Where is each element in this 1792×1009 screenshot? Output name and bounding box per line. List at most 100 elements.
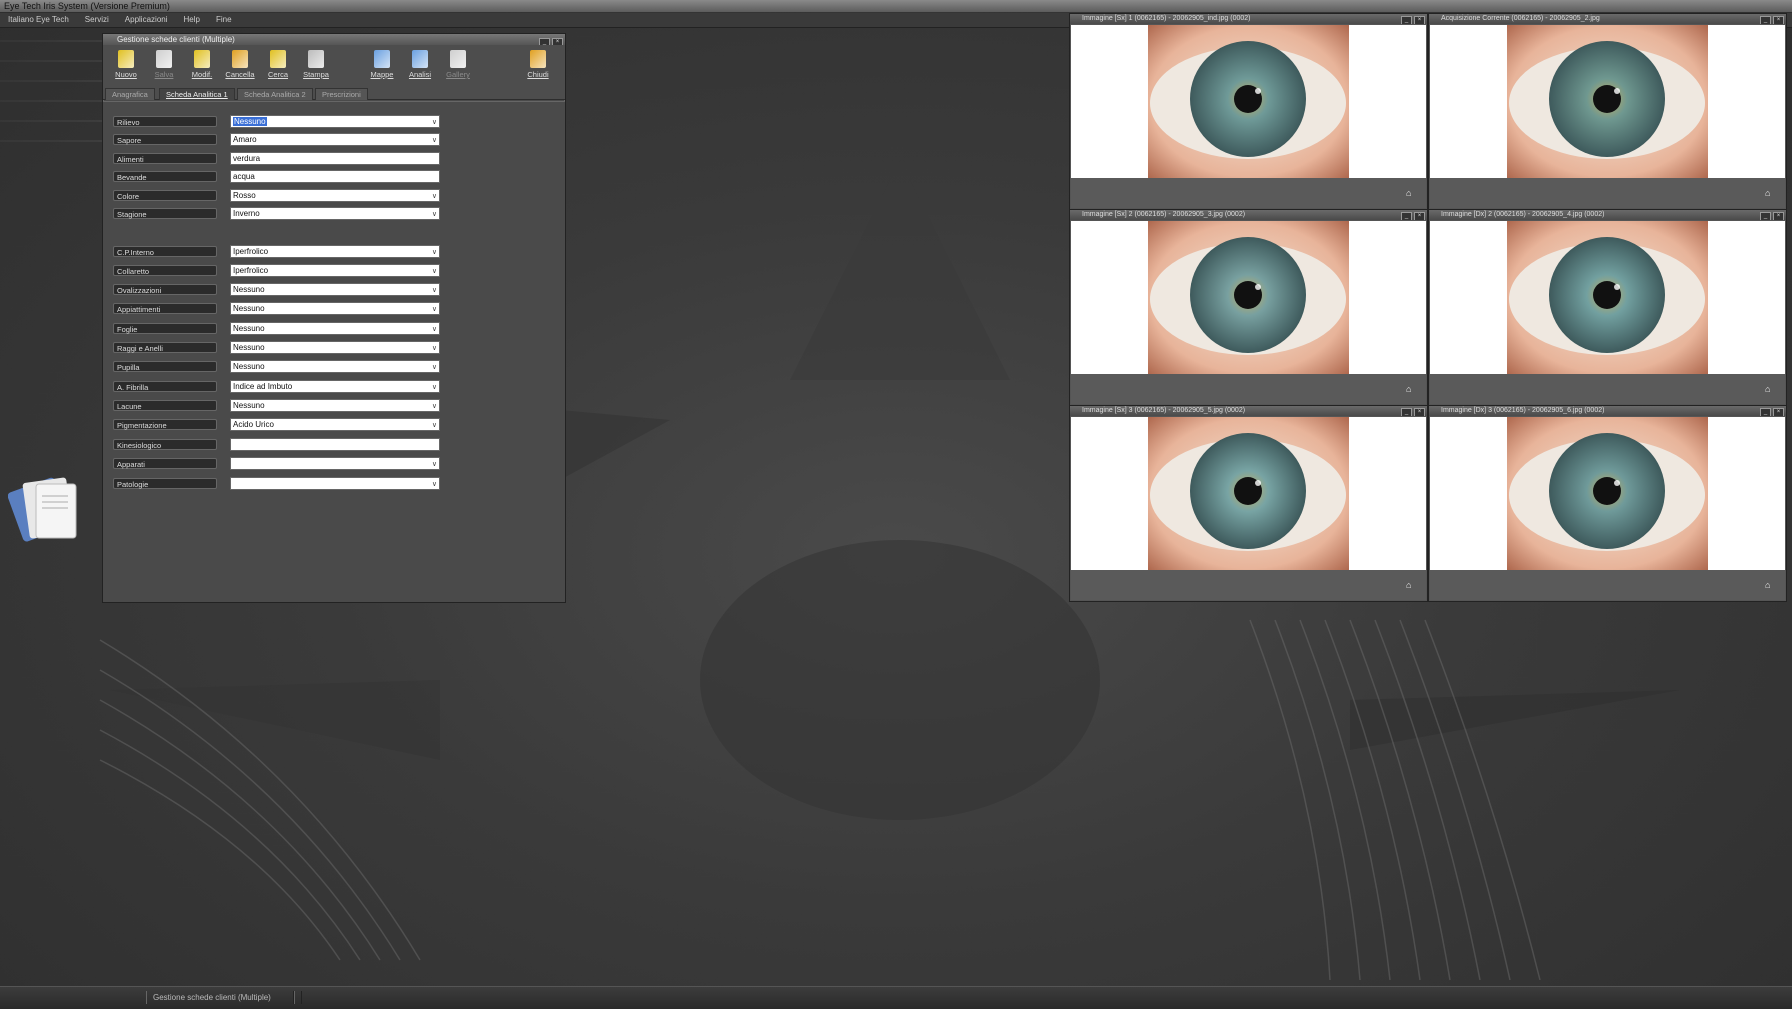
image-window-title: Acquisizione Corrente (0062165) - 200629… <box>1429 14 1786 24</box>
image-canvas[interactable] <box>1071 221 1426 374</box>
toolbar-label: Stampa <box>303 70 329 79</box>
image-canvas[interactable] <box>1430 25 1785 178</box>
field-value: Nessuno <box>233 304 265 313</box>
tab-anagrafica[interactable]: Anagrafica <box>105 88 155 100</box>
menu-item-3[interactable]: Help <box>176 13 208 27</box>
field-value: Acido Urico <box>233 420 274 429</box>
close-button[interactable]: × <box>1773 212 1784 220</box>
chevron-down-icon[interactable]: ∨ <box>432 209 437 220</box>
select-c-p-interno[interactable]: Iperfrolico ∨ <box>230 245 440 258</box>
analisi-button[interactable]: Analisi <box>403 48 437 79</box>
image-window-4: Immagine [Dx] 2 (0062165) - 20062905_4.j… <box>1428 209 1787 406</box>
select-lacune[interactable]: Nessuno ∨ <box>230 399 440 412</box>
chevron-down-icon[interactable]: ∨ <box>432 135 437 146</box>
close-button[interactable]: × <box>1414 16 1425 24</box>
close-button[interactable]: × <box>1773 408 1784 416</box>
input-kinesiologico[interactable] <box>230 438 440 451</box>
home-icon[interactable]: ⌂ <box>1406 188 1416 198</box>
input-bevande[interactable]: acqua <box>230 170 440 183</box>
image-canvas[interactable] <box>1430 221 1785 374</box>
select-sapore[interactable]: Amaro ∨ <box>230 133 440 146</box>
documents-desktop-icon[interactable] <box>8 470 88 550</box>
chevron-down-icon[interactable]: ∨ <box>432 247 437 258</box>
image-footer: ⌂ <box>1071 178 1426 208</box>
chiudi-button[interactable]: Chiudi <box>521 48 555 79</box>
chevron-down-icon[interactable]: ∨ <box>432 304 437 315</box>
chevron-down-icon[interactable]: ∨ <box>432 343 437 354</box>
mappe-button[interactable]: Mappe <box>365 48 399 79</box>
menu-item-0[interactable]: Italiano Eye Tech <box>0 13 77 27</box>
image-window-title: Immagine [Sx] 1 (0062165) - 20062905_ind… <box>1070 14 1427 24</box>
select-a-fibrilla[interactable]: Indice ad Imbuto ∨ <box>230 380 440 393</box>
close-button[interactable]: × <box>552 38 563 45</box>
minimize-button[interactable]: _ <box>1401 16 1412 24</box>
modif-button[interactable]: Modif. <box>185 48 219 79</box>
image-title-text: Acquisizione Corrente (0062165) - 200629… <box>1441 15 1600 22</box>
home-icon[interactable]: ⌂ <box>1406 580 1416 590</box>
field-value: Nessuno <box>233 285 265 294</box>
field-label: Ovalizzazioni <box>113 284 217 295</box>
gallery-button[interactable]: Gallery <box>441 48 475 79</box>
select-colore[interactable]: Rosso ∨ <box>230 189 440 202</box>
home-icon[interactable]: ⌂ <box>1406 384 1416 394</box>
menu-item-4[interactable]: Fine <box>208 13 240 27</box>
chevron-down-icon[interactable]: ∨ <box>432 382 437 393</box>
select-ovalizzazioni[interactable]: Nessuno ∨ <box>230 283 440 296</box>
chevron-down-icon[interactable]: ∨ <box>432 117 437 128</box>
image-window-1: Immagine [Sx] 1 (0062165) - 20062905_ind… <box>1069 13 1428 210</box>
select-apparati[interactable]: ∨ <box>230 457 440 470</box>
chevron-down-icon[interactable]: ∨ <box>432 420 437 431</box>
select-foglie[interactable]: Nessuno ∨ <box>230 322 440 335</box>
field-label: Lacune <box>113 400 217 411</box>
chevron-down-icon[interactable]: ∨ <box>432 459 437 470</box>
minimize-button[interactable]: _ <box>1760 212 1771 220</box>
app-title-bar: Eye Tech Iris System (Versione Premium) <box>0 0 1792 12</box>
cerca-button[interactable]: Cerca <box>261 48 295 79</box>
select-pupilla[interactable]: Nessuno ∨ <box>230 360 440 373</box>
menu-item-1[interactable]: Servizi <box>77 13 117 27</box>
image-canvas[interactable] <box>1430 417 1785 570</box>
close-button[interactable]: × <box>1773 16 1784 24</box>
select-pigmentazione[interactable]: Acido Urico ∨ <box>230 418 440 431</box>
select-appiattimenti[interactable]: Nessuno ∨ <box>230 302 440 315</box>
chevron-down-icon[interactable]: ∨ <box>432 285 437 296</box>
tab-scheda-analitica-1[interactable]: Scheda Analitica 1 <box>159 88 235 100</box>
chevron-down-icon[interactable]: ∨ <box>432 266 437 277</box>
select-collaretto[interactable]: Iperfrolico ∨ <box>230 264 440 277</box>
select-patologie[interactable]: ∨ <box>230 477 440 490</box>
nuovo-button[interactable]: Nuovo <box>109 48 143 79</box>
status-bar: Gestione schede clienti (Multiple) <box>0 986 1792 1009</box>
chevron-down-icon[interactable]: ∨ <box>432 362 437 373</box>
chevron-down-icon[interactable]: ∨ <box>432 191 437 202</box>
minimize-button[interactable]: _ <box>1760 16 1771 24</box>
select-rilievo[interactable]: Nessuno ∨ <box>230 115 440 128</box>
chevron-down-icon[interactable]: ∨ <box>432 401 437 412</box>
tab-scheda-analitica-2[interactable]: Scheda Analitica 2 <box>237 88 313 100</box>
cancella-button[interactable]: Cancella <box>223 48 257 79</box>
image-canvas[interactable] <box>1071 417 1426 570</box>
close-button[interactable]: × <box>1414 212 1425 220</box>
minimize-button[interactable]: _ <box>1401 212 1412 220</box>
image-canvas[interactable] <box>1071 25 1426 178</box>
stampa-button[interactable]: Stampa <box>299 48 333 79</box>
input-alimenti[interactable]: verdura <box>230 152 440 165</box>
tab-prescrizioni[interactable]: Prescrizioni <box>315 88 368 100</box>
chevron-down-icon[interactable]: ∨ <box>432 324 437 335</box>
minimize-button[interactable]: _ <box>539 38 550 45</box>
home-icon[interactable]: ⌂ <box>1765 384 1775 394</box>
toolbar-label: Cancella <box>225 70 255 79</box>
home-icon[interactable]: ⌂ <box>1765 188 1775 198</box>
select-stagione[interactable]: Inverno ∨ <box>230 207 440 220</box>
salva-button[interactable]: Salva <box>147 48 181 79</box>
delete-icon <box>232 50 248 68</box>
minimize-button[interactable]: _ <box>1401 408 1412 416</box>
minimize-button[interactable]: _ <box>1760 408 1771 416</box>
chevron-down-icon[interactable]: ∨ <box>432 479 437 490</box>
select-raggi-e-anelli[interactable]: Nessuno ∨ <box>230 341 440 354</box>
map-icon <box>374 50 390 68</box>
image-window-6: Immagine [Dx] 3 (0062165) - 20062905_6.j… <box>1428 405 1787 602</box>
menu-item-2[interactable]: Applicazioni <box>117 13 176 27</box>
close-button[interactable]: × <box>1414 408 1425 416</box>
iris-photo <box>1507 417 1708 570</box>
home-icon[interactable]: ⌂ <box>1765 580 1775 590</box>
